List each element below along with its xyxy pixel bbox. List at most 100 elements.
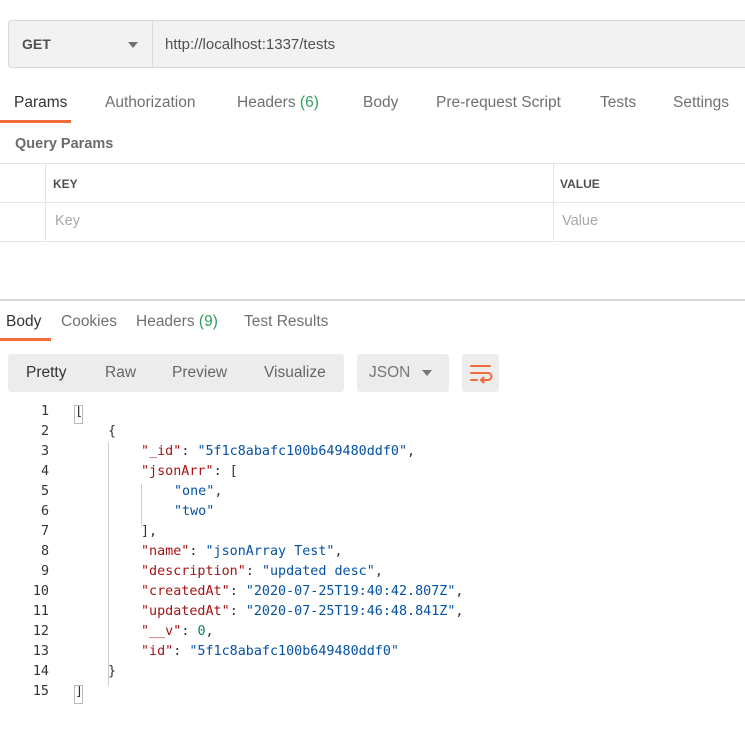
key-column-header: KEY	[53, 177, 78, 191]
wrap-lines-button[interactable]	[462, 354, 499, 392]
method-label: GET	[22, 36, 51, 52]
json-string: "jsonArray Test"	[205, 544, 335, 559]
code-text: "__v": 0,	[141, 624, 214, 639]
code-text: {	[108, 424, 116, 439]
active-tab-indicator	[0, 120, 71, 123]
json-key: "id"	[141, 644, 174, 659]
format-label: JSON	[369, 364, 411, 381]
json-string: "2020-07-25T19:46:48.841Z"	[245, 604, 456, 619]
code-line: 3 "_id": "5f1c8abafc100b649480ddf0",	[0, 444, 745, 464]
pane-resize-handle[interactable]	[0, 299, 745, 301]
indent-guide	[141, 484, 142, 526]
matched-bracket	[74, 405, 83, 424]
url-input[interactable]: http://localhost:1337/tests	[153, 21, 335, 67]
response-tab-headers[interactable]: Headers (9)	[136, 313, 218, 331]
value-column-header: VALUE	[560, 177, 600, 191]
json-key: "jsonArr"	[141, 464, 214, 479]
response-tab-body[interactable]: Body	[6, 313, 41, 331]
line-number: 2	[40, 424, 49, 439]
divider	[0, 241, 745, 242]
url-text: http://localhost:1337/tests	[165, 35, 336, 53]
code-line: 1[	[0, 404, 745, 424]
code-line: 12 "__v": 0,	[0, 624, 745, 644]
line-number: 7	[40, 524, 49, 539]
active-response-tab-indicator	[0, 338, 51, 341]
code-text: "name": "jsonArray Test",	[141, 544, 343, 559]
json-punct: {	[108, 424, 117, 439]
json-punct: }	[108, 664, 117, 679]
json-string: "5f1c8abafc100b649480ddf0"	[189, 644, 399, 659]
tab-body[interactable]: Body	[363, 94, 398, 112]
json-key: "name"	[141, 544, 190, 559]
line-number: 11	[32, 604, 49, 619]
params-table: KEY VALUE Key Value	[0, 163, 745, 242]
query-params-title: Query Params	[15, 136, 114, 152]
request-tabs: Params Authorization Headers (6) Body Pr…	[0, 86, 745, 122]
code-line: 6 "two"	[0, 504, 745, 524]
code-line: 5 "one",	[0, 484, 745, 504]
wrap-lines-icon	[470, 365, 493, 384]
tab-pre-request-script[interactable]: Pre-request Script	[436, 94, 561, 112]
code-line: 14}	[0, 664, 745, 684]
key-input[interactable]: Key	[55, 213, 80, 229]
json-punct: ,	[374, 564, 383, 579]
code-text: "_id": "5f1c8abafc100b649480ddf0",	[141, 444, 416, 459]
tab-params[interactable]: Params	[14, 94, 67, 112]
code-text: "id": "5f1c8abafc100b649480ddf0"	[141, 644, 399, 659]
code-text: "description": "updated desc",	[141, 564, 383, 579]
format-select[interactable]: JSON	[357, 354, 449, 392]
chevron-down-icon	[128, 42, 138, 48]
line-number: 3	[40, 444, 49, 459]
json-key: "_id"	[141, 444, 182, 459]
json-key: "createdAt"	[141, 584, 230, 599]
line-number: 12	[32, 624, 49, 639]
preview-button[interactable]: Preview	[172, 364, 227, 382]
line-number: 10	[32, 584, 49, 599]
line-number: 14	[32, 664, 49, 679]
json-punct: ],	[141, 524, 158, 539]
response-tab-headers-label: Headers	[136, 313, 195, 330]
json-key: "__v"	[141, 624, 182, 639]
code-line: 15]	[0, 684, 745, 704]
divider	[0, 163, 745, 164]
tab-headers[interactable]: Headers (6)	[237, 94, 319, 112]
json-string: "5f1c8abafc100b649480ddf0"	[197, 444, 408, 459]
json-punct: ,	[205, 624, 214, 639]
code-line: 13 "id": "5f1c8abafc100b649480ddf0"	[0, 644, 745, 664]
line-number: 5	[40, 484, 49, 499]
tab-authorization[interactable]: Authorization	[105, 94, 195, 112]
response-tab-test-results[interactable]: Test Results	[244, 313, 328, 331]
line-number: 1	[40, 404, 49, 419]
line-number: 13	[32, 644, 49, 659]
json-punct: ,	[455, 584, 464, 599]
code-text: "one",	[174, 484, 222, 499]
json-string: "updated desc"	[261, 564, 375, 579]
json-punct: ,	[455, 604, 464, 619]
chevron-down-icon	[422, 370, 432, 376]
line-number: 6	[40, 504, 49, 519]
line-number: 9	[40, 564, 49, 579]
response-headers-count-badge: (9)	[198, 313, 218, 330]
pretty-button[interactable]: Pretty	[26, 364, 66, 382]
view-mode-group: Pretty Raw Preview Visualize	[8, 354, 344, 392]
request-bar: GET http://localhost:1337/tests	[8, 20, 745, 68]
json-string: "one"	[174, 484, 215, 499]
code-line: 8 "name": "jsonArray Test",	[0, 544, 745, 564]
json-punct: : [	[213, 464, 238, 479]
value-input[interactable]: Value	[562, 213, 598, 229]
raw-button[interactable]: Raw	[105, 364, 136, 382]
code-line: 2{	[0, 424, 745, 444]
divider	[0, 202, 745, 203]
tab-settings[interactable]: Settings	[673, 94, 729, 112]
json-key: "description"	[141, 564, 246, 579]
tab-tests[interactable]: Tests	[600, 94, 636, 112]
json-string: "two"	[174, 504, 215, 519]
method-select[interactable]: GET	[9, 21, 153, 67]
line-number: 15	[32, 684, 49, 699]
divider	[45, 163, 46, 242]
response-tab-cookies[interactable]: Cookies	[61, 313, 117, 331]
indent-guide	[108, 442, 109, 686]
visualize-button[interactable]: Visualize	[264, 364, 326, 382]
line-number: 4	[40, 464, 49, 479]
json-punct: ,	[407, 444, 416, 459]
